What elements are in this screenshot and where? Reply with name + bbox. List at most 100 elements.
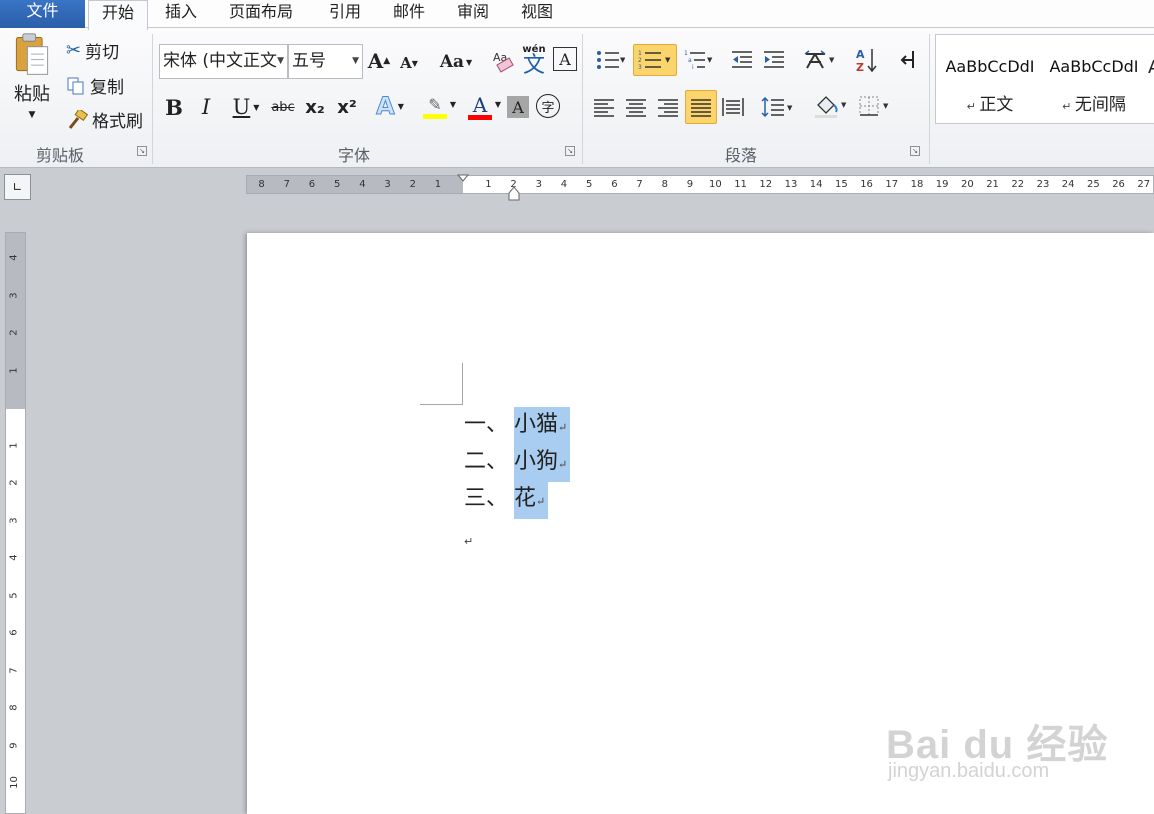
increase-indent-button[interactable] (760, 46, 788, 74)
distributed-button[interactable] (719, 92, 747, 122)
clear-format-button[interactable]: Aa (490, 46, 516, 76)
list-number: 三、 (464, 486, 509, 511)
ruler-number: 4 (8, 254, 20, 261)
numbering-button[interactable]: 123 ▼ (633, 44, 677, 76)
justify-icon (691, 99, 711, 117)
align-center-button[interactable] (622, 92, 650, 122)
svg-text:A: A (856, 48, 865, 61)
paste-icon (15, 33, 49, 75)
list-item[interactable]: 一、 小猫↵ (464, 407, 571, 445)
paste-label: 粘贴 (14, 84, 50, 105)
enclose-char-button[interactable]: 字 (536, 94, 560, 118)
tab-review[interactable]: 审阅 (444, 0, 502, 28)
ruler-number: 10 (709, 179, 722, 190)
multilevel-list-button[interactable]: 1ai ▼ (680, 44, 718, 76)
char-shading-button[interactable]: A (507, 96, 529, 118)
tab-file[interactable]: 文件 (0, 0, 85, 28)
ruler-number: 11 (734, 179, 747, 190)
ruler-number: 1 (434, 179, 442, 190)
tab-home[interactable]: 开始 (88, 0, 149, 30)
align-left-button[interactable] (590, 92, 618, 122)
ruler-number: 4 (359, 179, 366, 190)
list-item[interactable]: 三、 花↵ (464, 481, 549, 519)
justify-button[interactable] (685, 90, 717, 124)
italic-button[interactable]: I (194, 92, 218, 122)
strikethrough-button[interactable]: abc (270, 94, 296, 120)
phonetic-guide-button[interactable]: wén 文 (520, 44, 548, 78)
cut-button[interactable]: ✂ 剪切 (66, 38, 119, 63)
shading-button[interactable]: ▼ (810, 90, 850, 122)
sort-az-icon: A Z (856, 48, 877, 74)
ruler-number: 6 (611, 179, 618, 190)
grow-font-button[interactable]: A ▲ (367, 46, 391, 76)
align-center-icon (626, 99, 646, 117)
horizontal-ruler[interactable]: 8 7 6 5 4 3 2 1 1 2 3 4 5 6 7 8 9 10 11 12 13 14 15 16 17 18 19 20 2… (246, 174, 1154, 201)
change-case-button[interactable]: Aa ▼ (436, 48, 476, 76)
shrink-font-button[interactable]: A ▼ (397, 50, 421, 76)
document-page[interactable]: 一、 小猫↵ 二、 小狗↵ 三、 花↵ ↵ (247, 233, 1154, 814)
svg-text:▼: ▼ (707, 56, 713, 64)
clipboard-launcher-icon[interactable]: ↘ (137, 146, 147, 156)
font-launcher-icon[interactable]: ↘ (565, 146, 575, 156)
align-right-button[interactable] (654, 92, 682, 122)
svg-text:▼: ▼ (665, 56, 671, 64)
tab-selector-button[interactable]: ∟ (4, 174, 31, 200)
underline-button[interactable]: U ▼ (226, 92, 266, 122)
text-effects-button[interactable]: A ▼ (370, 90, 410, 122)
hanging-indent-marker[interactable] (508, 186, 520, 202)
list-text: 小猫 (514, 412, 559, 437)
style-normal[interactable]: AaBbCcDdI ↵ 正文 (938, 35, 1042, 125)
borders-button[interactable]: ▼ (855, 90, 895, 122)
svg-text:▼: ▼ (829, 56, 835, 64)
bullets-button[interactable]: ▼ (590, 44, 630, 76)
vertical-ruler[interactable]: 4 3 2 1 1 2 3 4 5 6 7 8 9 10 (5, 232, 26, 814)
font-name-combo[interactable]: 宋体 (中文正文 ▼ (159, 44, 288, 79)
char-border-button[interactable]: A (553, 47, 577, 71)
svg-text:i: i (692, 64, 694, 71)
font-color-bar (468, 114, 492, 120)
font-color-button[interactable]: A ▼ (459, 90, 501, 124)
show-hide-marks-button[interactable] (897, 46, 921, 74)
superscript-button[interactable]: x² (334, 92, 360, 122)
sort-button[interactable]: A Z (853, 44, 879, 76)
subscript-button[interactable]: x₂ (302, 92, 328, 122)
style-heading-partial[interactable]: A (1148, 57, 1154, 78)
copy-label: 复制 (90, 78, 124, 98)
line-spacing-button[interactable]: ▼ (758, 92, 796, 122)
ruler-number: 24 (1061, 179, 1075, 190)
style-no-spacing[interactable]: AaBbCcDdI ↵ 无间隔 (1042, 35, 1146, 125)
empty-paragraph-mark[interactable]: ↵ (464, 535, 473, 548)
tab-insert[interactable]: 插入 (152, 0, 210, 28)
bullet-list-icon: ▼ (597, 51, 625, 69)
ruler-number: 1 (8, 366, 20, 374)
ruler-number: 9 (8, 741, 20, 749)
crop-mark (462, 363, 463, 405)
format-painter-button[interactable]: 格式刷 (66, 107, 143, 132)
align-left-icon (594, 99, 614, 117)
ruler-number: 5 (586, 179, 593, 190)
decrease-indent-button[interactable] (728, 46, 756, 74)
ruler-number: 3 (8, 516, 20, 524)
paste-button[interactable]: 粘贴 ▼ (4, 32, 60, 132)
chinese-layout-button[interactable]: ▼ (800, 44, 840, 76)
paragraph-launcher-icon[interactable]: ↘ (910, 146, 920, 156)
bold-button[interactable]: B (162, 92, 186, 122)
ruler-number: 21 (986, 179, 999, 190)
list-item[interactable]: 二、 小狗↵ (464, 444, 571, 482)
highlight-button[interactable]: ✎ ▼ (414, 90, 456, 124)
font-size-combo[interactable]: 五号 ▼ (288, 44, 363, 79)
tab-mailings[interactable]: 邮件 (380, 0, 438, 28)
ruler-number: 1 (8, 441, 20, 449)
tab-page-layout[interactable]: 页面布局 (216, 0, 306, 28)
ribbon-tab-strip: 文件 开始 插入 页面布局 引用 邮件 审阅 视图 (0, 0, 1154, 30)
tab-references[interactable]: 引用 (316, 0, 374, 28)
svg-text:a: a (688, 57, 692, 64)
font-group-label: 字体 (338, 146, 371, 165)
left-tab-icon: ∟ (12, 180, 23, 194)
ruler-number: 8 (661, 179, 668, 190)
highlighter-icon: ✎ (428, 94, 442, 114)
copy-button[interactable]: 复制 (66, 73, 124, 98)
tab-view[interactable]: 视图 (508, 0, 566, 28)
ruler-number: 23 (1036, 179, 1050, 190)
first-line-indent-marker[interactable] (457, 174, 469, 182)
